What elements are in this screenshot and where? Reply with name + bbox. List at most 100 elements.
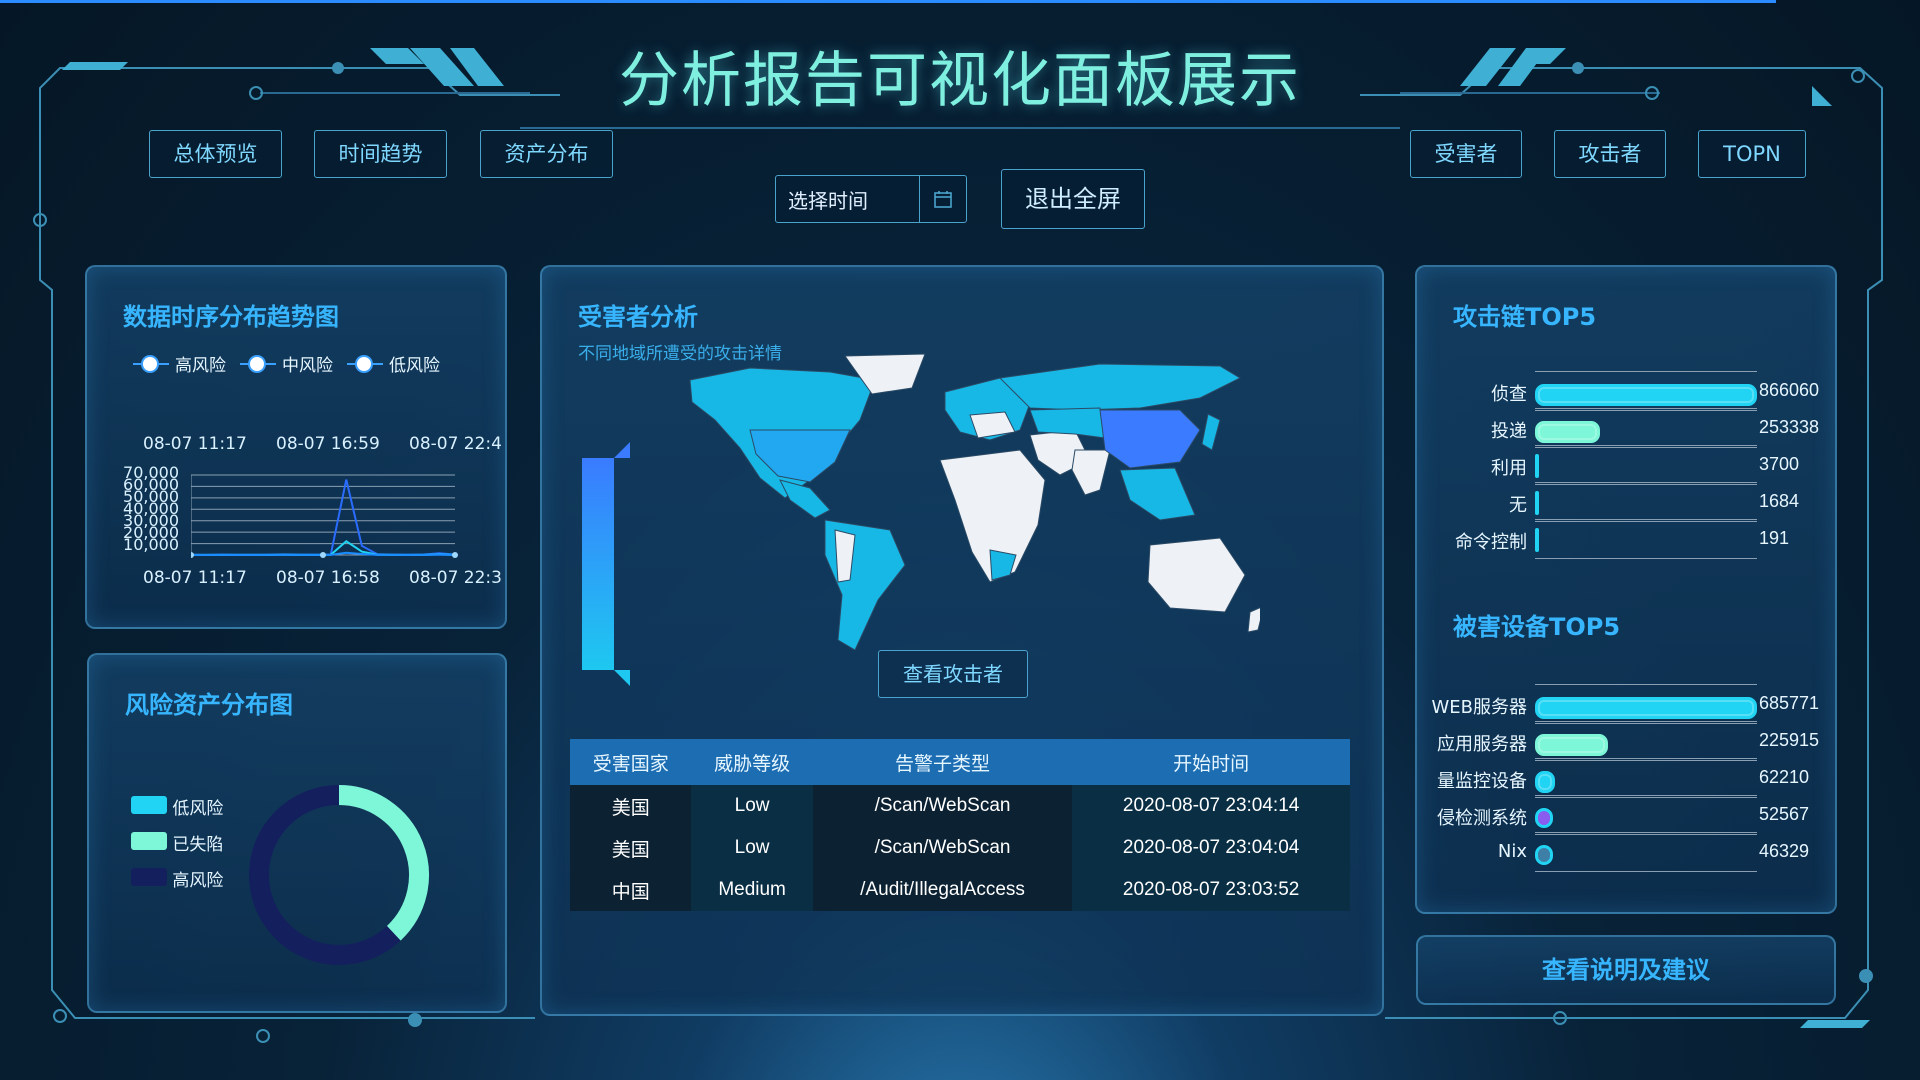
- bar-value: 866060: [1759, 380, 1820, 400]
- map-region-africa-south: [989, 549, 1017, 581]
- asset-panel: 风险资产分布图 低风险 已失陷 高风险: [87, 653, 507, 1013]
- top-tick-1: 08-07 11:17: [143, 434, 247, 454]
- top-tick-2: 08-07 16:59: [276, 434, 380, 454]
- bar-fill: [1535, 384, 1757, 406]
- cell-country: 中国: [570, 869, 692, 911]
- asset-panel-title: 风险资产分布图: [125, 691, 293, 719]
- trend-line-chart: [191, 474, 458, 558]
- bar-value: 62210: [1759, 767, 1810, 787]
- x-tick-dot: [191, 552, 194, 558]
- attack-chain-bar-chart: 侦查 866060 投递 253338 利用 3700 无 1684 命令控制 191: [1417, 371, 1837, 577]
- bar-fill: [1535, 421, 1600, 443]
- bar-label: 命令控制: [1455, 532, 1527, 553]
- topn-panel: 攻击链TOP5 侦查 866060 投递 253338 利用 3700 无 1684 命…: [1415, 265, 1837, 914]
- calendar-icon[interactable]: [919, 176, 966, 222]
- bar-row: 命令控制 191: [1417, 519, 1837, 559]
- bar-label: 量监控设备: [1437, 771, 1527, 792]
- legend-item-compromised[interactable]: 已失陷: [131, 827, 223, 863]
- cell-threat-level: Medium: [691, 869, 813, 911]
- bar-value: 191: [1759, 528, 1790, 548]
- trend-legend: 高风险 中风险 低风险: [133, 351, 440, 376]
- nav-victim-button[interactable]: 受害者: [1410, 130, 1522, 178]
- bar-label: 侵检测系统: [1437, 808, 1527, 829]
- cell-alert-subtype: /Scan/WebScan: [812, 827, 1073, 869]
- legend-item-medium[interactable]: 中风险: [240, 351, 333, 376]
- cell-start-time: 2020-08-07 23:03:52: [1072, 869, 1350, 911]
- cell-threat-level: Low: [691, 785, 813, 827]
- map-visual-map-slider[interactable]: [580, 440, 632, 690]
- nav-asset-distribution-button[interactable]: 资产分布: [480, 130, 613, 178]
- date-picker-placeholder: 选择时间: [788, 188, 868, 213]
- attack-chain-title: 攻击链TOP5: [1453, 303, 1597, 331]
- cell-country: 美国: [570, 785, 692, 827]
- bar-label: 利用: [1491, 458, 1527, 479]
- legend-item-high-risk[interactable]: 高风险: [131, 863, 223, 899]
- bar-row: Nix 46329: [1417, 832, 1837, 872]
- bar-row: 侦查 866060: [1417, 371, 1837, 411]
- map-region-japan: [1201, 413, 1221, 451]
- bar-label: Nix: [1497, 841, 1527, 862]
- cell-start-time: 2020-08-07 23:04:14: [1072, 785, 1350, 827]
- bar-row: 侵检测系统 52567: [1417, 795, 1837, 835]
- nav-time-trend-button[interactable]: 时间趋势: [314, 130, 447, 178]
- asset-legend: 低风险 已失陷 高风险: [131, 791, 223, 899]
- bar-fill: [1535, 808, 1553, 828]
- table-header[interactable]: 受害国家: [570, 739, 692, 785]
- table-row[interactable]: 美国 Low /Scan/WebScan 2020-08-07 23:04:04: [570, 827, 1350, 869]
- world-map[interactable]: [660, 350, 1260, 650]
- map-region-new-zealand: [1247, 607, 1260, 633]
- bar-value: 225915: [1759, 730, 1820, 750]
- bar-value: 253338: [1759, 417, 1820, 437]
- bottom-tick-3: 08-07 22:3: [409, 568, 502, 588]
- legend-item-low-risk[interactable]: 低风险: [131, 791, 223, 827]
- view-advice-button[interactable]: 查看说明及建议: [1416, 935, 1836, 1005]
- bar-fill: [1535, 845, 1553, 865]
- page-title: 分析报告可视化面板展示: [619, 46, 1301, 116]
- victim-panel-title: 受害者分析: [578, 303, 698, 331]
- exit-fullscreen-button[interactable]: 退出全屏: [1001, 169, 1145, 229]
- table-header[interactable]: 开始时间: [1072, 739, 1350, 785]
- bar-row: 应用服务器 225915: [1417, 721, 1837, 761]
- legend-item-low[interactable]: 低风险: [347, 351, 440, 376]
- nav-topn-button[interactable]: TOPN: [1698, 130, 1806, 178]
- bar-fill: [1535, 734, 1609, 756]
- cell-alert-subtype: /Audit/IllegalAccess: [812, 869, 1073, 911]
- nav-attacker-button[interactable]: 攻击者: [1554, 130, 1666, 178]
- nav-overview-button[interactable]: 总体预览: [149, 130, 282, 178]
- cell-threat-level: Low: [691, 827, 813, 869]
- bar-value: 52567: [1759, 804, 1810, 824]
- map-region-russia: [998, 363, 1242, 411]
- map-region-china: [1099, 409, 1201, 469]
- bar-fill: [1535, 697, 1757, 719]
- bottom-tick-2: 08-07 16:58: [276, 568, 380, 588]
- map-region-india: [1071, 449, 1111, 496]
- date-picker[interactable]: 选择时间: [775, 175, 967, 223]
- bar-value: 1684: [1759, 491, 1800, 511]
- bar-label: WEB服务器: [1431, 697, 1527, 718]
- bar-label: 侦查: [1491, 384, 1527, 405]
- table-row[interactable]: 中国 Medium /Audit/IllegalAccess 2020-08-0…: [570, 869, 1350, 911]
- bar-fill: [1535, 528, 1539, 552]
- victim-device-bar-chart: WEB服务器 685771 应用服务器 225915 量监控设备 62210 侵检测系…: [1417, 684, 1837, 890]
- bar-value: 3700: [1759, 454, 1800, 474]
- table-row[interactable]: 美国 Low /Scan/WebScan 2020-08-07 23:04:14: [570, 785, 1350, 827]
- bar-value: 685771: [1759, 693, 1820, 713]
- asset-donut-chart: [249, 785, 429, 965]
- map-region-central-america: [779, 479, 831, 519]
- table-header[interactable]: 告警子类型: [812, 739, 1073, 785]
- y-tick: 10,000: [123, 535, 179, 554]
- bar-label: 无: [1509, 495, 1527, 516]
- alert-table: 受害国家 威胁等级 告警子类型 开始时间 美国 Low /Scan/WebSca…: [570, 739, 1350, 911]
- bar-fill: [1535, 771, 1556, 793]
- x-tick-dot: [320, 552, 326, 558]
- bar-row: 无 1684: [1417, 482, 1837, 522]
- victim-device-title: 被害设备TOP5: [1453, 613, 1621, 641]
- donut-slice-高风险: [249, 785, 401, 965]
- y-axis-labels: 70,000 60,000 50,000 40,000 30,000 20,00…: [87, 463, 183, 554]
- table-header[interactable]: 威胁等级: [691, 739, 813, 785]
- cell-start-time: 2020-08-07 23:04:04: [1072, 827, 1350, 869]
- trend-panel: 数据时序分布趋势图 高风险 中风险 低风险 08-07 11:17 08-07 …: [85, 265, 507, 629]
- legend-item-high[interactable]: 高风险: [133, 351, 226, 376]
- bar-value: 46329: [1759, 841, 1810, 861]
- view-attacker-button[interactable]: 查看攻击者: [878, 650, 1028, 698]
